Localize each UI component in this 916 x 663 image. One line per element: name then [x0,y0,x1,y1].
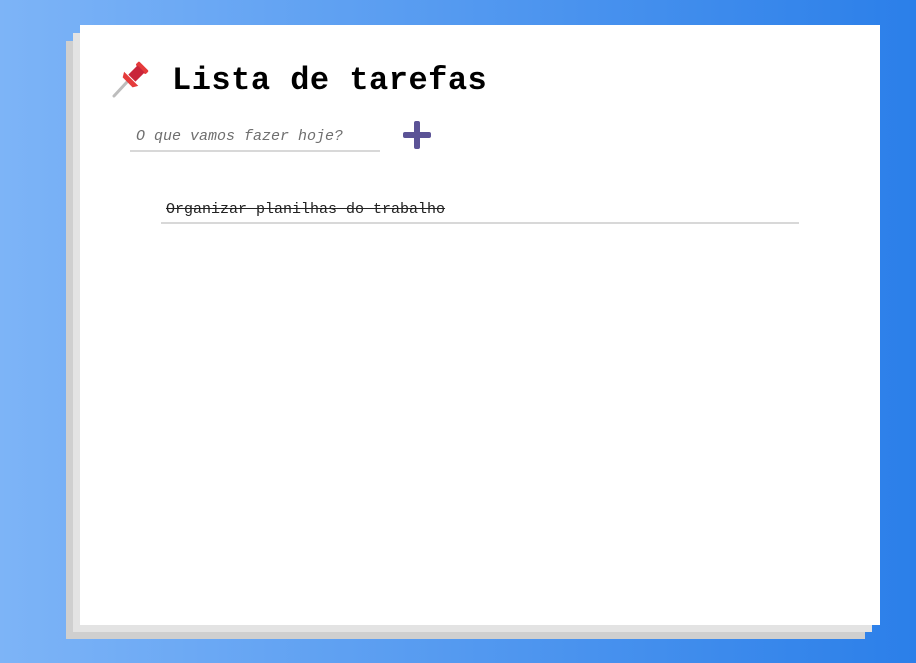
task-list: Organizar planilhas do trabalho [161,197,799,224]
header: Lista de tarefas [110,55,487,105]
page-title: Lista de tarefas [172,61,488,99]
task-text: Organizar planilhas do trabalho [166,201,446,218]
task-input[interactable] [130,122,380,152]
plus-icon [400,121,434,155]
task-item[interactable]: Organizar planilhas do trabalho [161,197,799,224]
todo-card: Lista de tarefas Organizar planilhas do … [80,25,880,625]
add-task-button[interactable] [400,118,434,152]
pushpin-icon [110,58,150,102]
